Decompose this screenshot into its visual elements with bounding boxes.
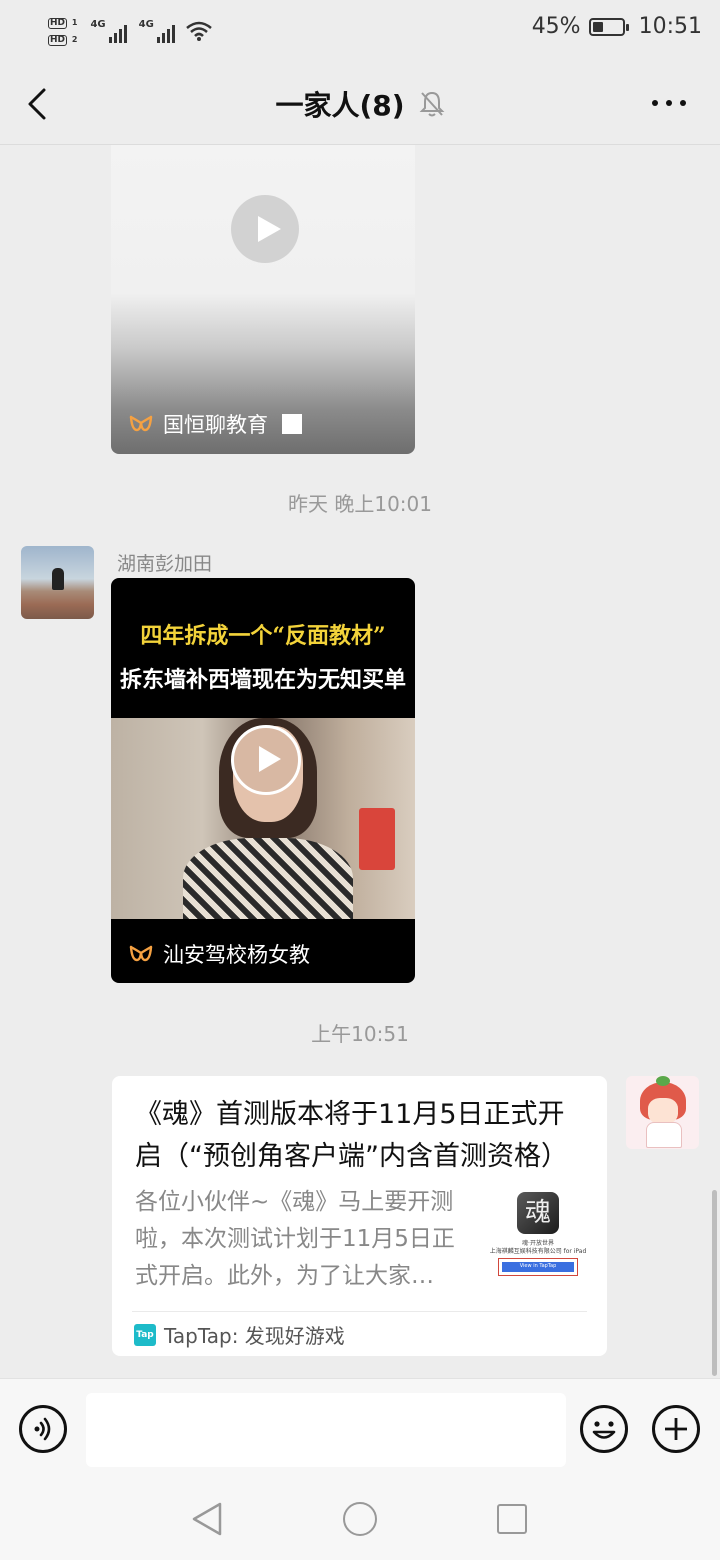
link-source: Tap TapTap: 发现好游戏: [134, 1320, 345, 1349]
sender-name: 湖南彭加田: [117, 553, 213, 575]
plus-icon[interactable]: [652, 1405, 700, 1453]
link-description: 各位小伙伴~《魂》马上要开测啦，本次测试计划于11月5日正式开启。此外，为了让大…: [135, 1189, 455, 1289]
channel-label: 国恒聊教育: [129, 409, 302, 439]
input-bar: [0, 1378, 720, 1479]
my-avatar[interactable]: [626, 1076, 699, 1149]
video-message-1[interactable]: 国恒聊教育: [111, 145, 415, 454]
link-thumbnail: 魂 魂·开放世界 上海褀麟互娱科技有限公司 for iPad View in T…: [489, 1188, 587, 1286]
hd-indicators: HD 1 HD 2: [48, 16, 78, 46]
play-icon[interactable]: [231, 725, 301, 795]
taptap-icon: Tap: [134, 1323, 156, 1346]
battery-percent: 45%: [531, 14, 581, 39]
overlay-square: [282, 414, 302, 434]
video-caption-line-1: 四年拆成一个“反面教材”: [140, 623, 386, 649]
system-home-icon[interactable]: [343, 1502, 377, 1536]
game-app-icon: 魂: [517, 1192, 559, 1234]
video-message-2[interactable]: 四年拆成一个“反面教材” 拆东墙补西墙现在为无知买单 汕安驾校杨女教: [111, 578, 415, 983]
status-left: HD 1 HD 2 4G 4G: [48, 10, 213, 52]
link-message[interactable]: 《魂》首测版本将于11月5日正式开启（“预创角客户端”内含首测资格） 各位小伙伴…: [112, 1076, 607, 1356]
channel-label: 汕安驾校杨女教: [129, 939, 310, 969]
more-icon[interactable]: [652, 100, 686, 106]
system-back-icon[interactable]: [190, 1500, 224, 1538]
link-source-name: TapTap: 发现好游戏: [164, 1324, 345, 1348]
timestamp: 昨天 晚上10:01: [288, 492, 432, 516]
video-caption-line-2: 拆东墙补西墙现在为无知买单: [119, 667, 406, 693]
play-icon[interactable]: [231, 195, 299, 263]
thumb-button: View in TapTap: [502, 1262, 574, 1272]
divider: [132, 1311, 587, 1312]
thumb-button-frame: View in TapTap: [498, 1258, 578, 1276]
system-nav-bar: [0, 1478, 720, 1560]
avatar[interactable]: [21, 546, 94, 619]
battery-icon: [588, 17, 629, 36]
signal-2-icon: 4G: [139, 19, 175, 43]
clock: 10:51: [638, 14, 702, 39]
message-input[interactable]: [86, 1393, 566, 1467]
chat-header: 一家人(8): [0, 62, 720, 145]
chat-title[interactable]: 一家人(8): [275, 84, 404, 124]
channel-name: 国恒聊教育: [163, 413, 268, 437]
hd2-indicator: HD 2: [48, 35, 78, 46]
system-recents-icon[interactable]: [497, 1504, 527, 1534]
battery-fill: [592, 21, 603, 32]
hd1-indicator: HD 1: [48, 18, 78, 29]
channels-logo-icon: [129, 415, 153, 432]
mute-bell-icon: [419, 91, 444, 117]
link-title: 《魂》首测版本将于11月5日正式开启（“预创角客户端”内含首测资格）: [135, 1099, 568, 1172]
voice-icon[interactable]: [19, 1405, 67, 1453]
status-right: 45% 10:51: [532, 14, 702, 39]
status-bar: HD 1 HD 2 4G 4G 45% 10:51: [0, 0, 720, 62]
thumb-publisher: 上海褀麟互娱科技有限公司 for iPad: [489, 1248, 587, 1255]
timestamp: 上午10:51: [311, 1022, 409, 1046]
channels-logo-icon: [129, 945, 153, 962]
channel-name: 汕安驾校杨女教: [163, 943, 310, 967]
signal-1-icon: 4G: [90, 19, 127, 43]
scrollbar[interactable]: [712, 1190, 717, 1376]
chat-title-area: 一家人(8): [0, 84, 720, 124]
emoji-icon[interactable]: [580, 1405, 628, 1453]
wifi-icon: [185, 21, 212, 41]
